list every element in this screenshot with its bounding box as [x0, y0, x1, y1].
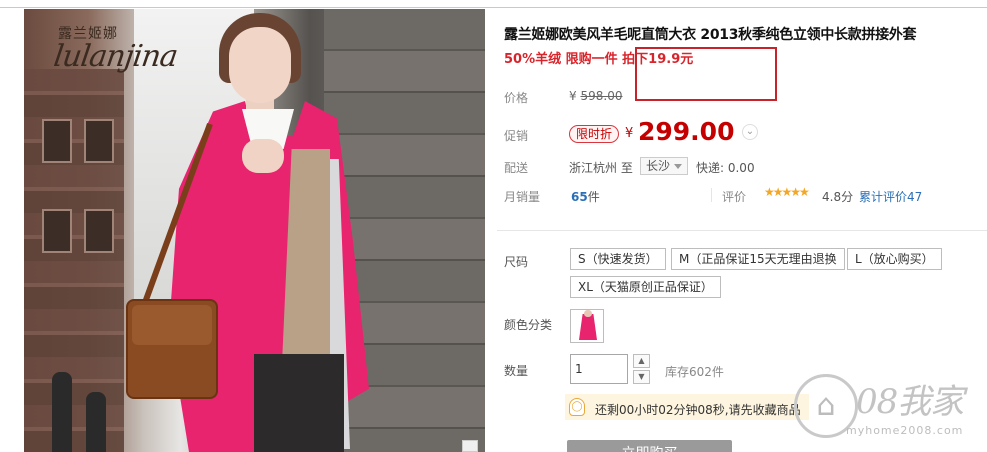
countdown-text: 还剩00小时02分钟08秒,请先收藏商品 — [595, 403, 801, 417]
product-title: 露兰姬娜欧美风羊毛呢直筒大衣 2013秋季纯色立领中长款拼接外套 — [504, 27, 917, 43]
quantity-input[interactable] — [570, 354, 628, 384]
top-divider — [0, 7, 987, 8]
background-window — [42, 209, 72, 253]
monthly-sales-unit: 件 — [587, 190, 600, 204]
shipping-label: 配送 — [504, 161, 529, 175]
background-window — [84, 209, 114, 253]
promo-price: 299.00 — [638, 117, 735, 146]
section-divider — [497, 230, 987, 231]
size-option-m[interactable]: M（正品保证15天无理由退换 — [671, 248, 845, 270]
brand-logo-en: lulanjina — [51, 39, 180, 74]
size-label: 尺码 — [504, 255, 529, 269]
model-legs — [254, 354, 344, 452]
model-face — [229, 27, 291, 103]
promo-badge: 限时折 — [569, 125, 620, 143]
swatch-head-thumbnail — [584, 310, 592, 317]
swatch-coat-thumbnail — [579, 314, 597, 340]
buy-now-button[interactable]: 立即购买 — [567, 440, 732, 452]
express-fee: 快递: 0.00 — [696, 161, 755, 175]
dropdown-arrow-icon — [674, 164, 682, 169]
size-option-s[interactable]: S（快速发货） — [570, 248, 666, 270]
zoom-icon[interactable] — [462, 440, 478, 452]
promo-currency: ¥ — [625, 126, 634, 141]
currency-symbol: ¥ — [569, 89, 577, 103]
monthly-sales: 65件 — [571, 188, 600, 205]
size-option-l[interactable]: L（放心购买） — [847, 248, 942, 270]
monthly-sales-count: 65 — [571, 190, 588, 204]
color-swatch-pink[interactable] — [570, 309, 604, 343]
quantity-decrease-button[interactable]: ▼ — [633, 370, 650, 384]
color-label: 颜色分类 — [504, 318, 553, 332]
background-window — [42, 119, 72, 163]
shipping-from: 浙江杭州 至 — [569, 161, 633, 175]
sales-review-separator — [711, 188, 712, 202]
promo-label: 促销 — [504, 129, 529, 143]
model-hand — [242, 139, 284, 173]
shipping-destination-select[interactable]: 长沙 — [640, 157, 688, 175]
watermark-text: 08我家 — [856, 382, 964, 422]
review-count-link[interactable]: 累计评价47 — [859, 188, 922, 205]
quantity-increase-button[interactable]: ▲ — [633, 354, 650, 368]
background-window — [84, 119, 114, 163]
monthly-sales-label: 月销量 — [504, 190, 541, 204]
lightbulb-icon: ◯ — [569, 398, 585, 416]
site-watermark: ⌂ 08我家 myhome2008.com — [790, 372, 985, 450]
size-option-xl[interactable]: XL（天猫原创正品保证） — [570, 276, 721, 298]
price-label: 价格 — [504, 91, 529, 105]
highlight-box — [635, 47, 777, 101]
original-price-value: 598.00 — [580, 89, 623, 103]
street-post — [86, 392, 106, 452]
street-post — [52, 372, 72, 452]
original-price: ¥ 598.00 — [569, 89, 622, 103]
model-bag-flap — [132, 305, 212, 345]
star-rating-icon: ★★★★★ — [764, 185, 810, 199]
shipping-destination: 长沙 — [646, 159, 671, 173]
stock-count: 库存602件 — [665, 365, 724, 379]
product-main-image[interactable]: 露兰姬娜 lulanjina — [24, 9, 485, 452]
quantity-label: 数量 — [504, 364, 529, 378]
watermark-url: myhome2008.com — [846, 424, 964, 437]
chevron-down-icon[interactable]: ⌄ — [742, 124, 758, 140]
review-label: 评价 — [722, 190, 747, 204]
rating-score: 4.8分 — [822, 190, 854, 204]
